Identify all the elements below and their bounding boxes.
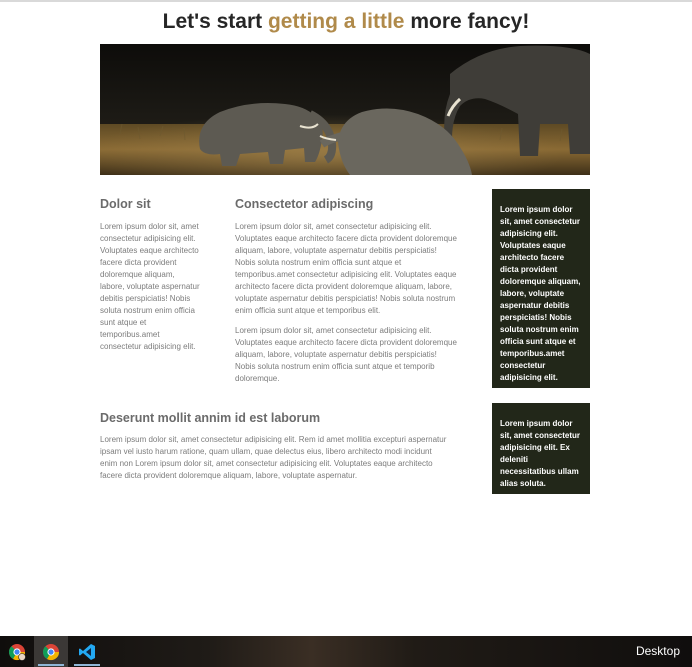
sidebar-box-1: Lorem ipsum dolor sit, amet consectetur … — [492, 189, 590, 388]
window-top-border — [0, 0, 692, 2]
wide-section-text: Lorem ipsum dolor sit, amet consectetur … — [100, 435, 447, 480]
middle-column-heading: Consectetor adipiscing — [235, 197, 374, 211]
hero-image — [100, 44, 590, 175]
wide-section-heading: Deserunt mollit annim id est laborum — [100, 411, 321, 425]
left-column-text: Lorem ipsum dolor sit, amet consectetur … — [100, 222, 200, 351]
middle-column-paragraph-2: Lorem ipsum dolor sit, amet consectetur … — [235, 326, 457, 383]
title-start: Let's start — [162, 10, 268, 33]
taskbar: Desktop — [0, 636, 692, 667]
title-end: more fancy! — [404, 10, 530, 33]
chrome-taskbar-button[interactable] — [34, 636, 68, 667]
middle-column-paragraph-1: Lorem ipsum dolor sit, amet consectetur … — [235, 222, 457, 315]
chrome-icon — [42, 643, 60, 660]
left-column: Dolor sit Lorem ipsum dolor sit, amet co… — [100, 197, 200, 353]
middle-column: Consectetor adipiscing Lorem ipsum dolor… — [235, 197, 457, 385]
chrome-profile-button[interactable] — [0, 636, 34, 667]
wide-section: Deserunt mollit annim id est laborum Lor… — [100, 411, 450, 482]
vscode-icon — [79, 643, 95, 660]
desktop-label[interactable]: Desktop — [636, 644, 680, 658]
page-title: Let's start getting a little more fancy! — [0, 10, 692, 34]
left-column-heading: Dolor sit — [100, 197, 151, 211]
elephants-photo — [100, 44, 590, 175]
chrome-profile-icon — [8, 643, 26, 661]
sidebar-box-2: Lorem ipsum dolor sit, amet consectetur … — [492, 403, 590, 494]
vscode-taskbar-button[interactable] — [70, 636, 104, 667]
title-accent: getting a little — [267, 10, 405, 33]
